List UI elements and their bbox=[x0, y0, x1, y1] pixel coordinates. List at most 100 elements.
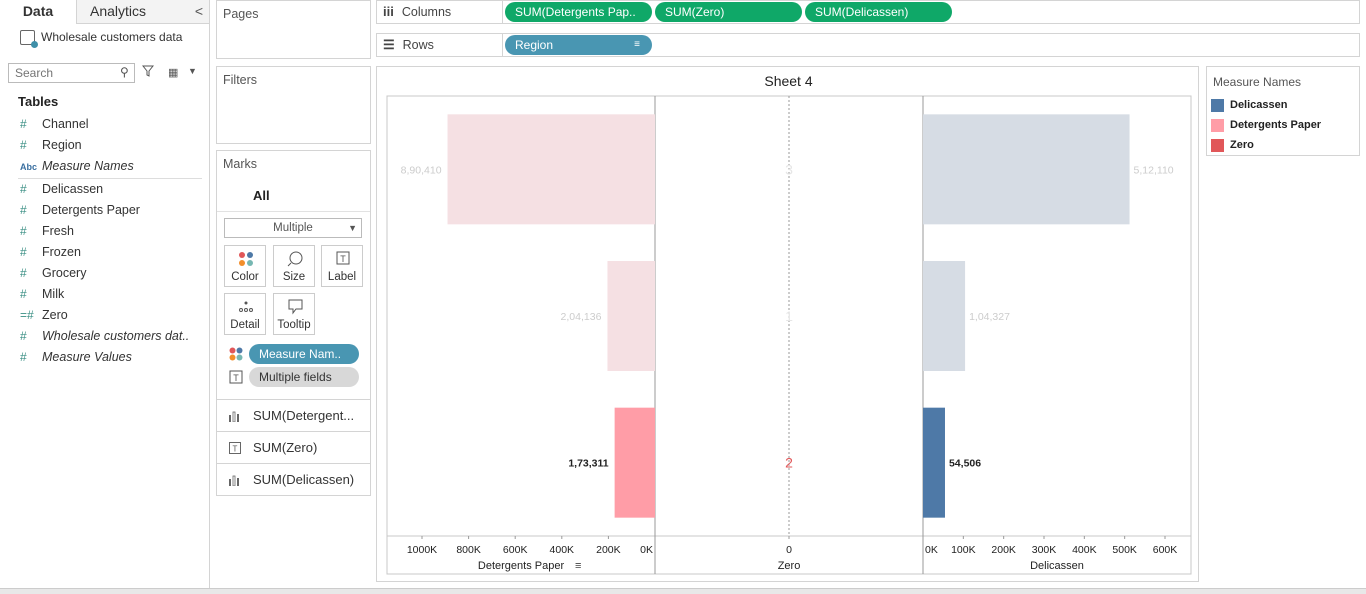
marks-card: Marks All Multiple ▼ Color Size T Label … bbox=[216, 150, 371, 496]
measure-hash-icon: # bbox=[20, 182, 27, 196]
pages-card[interactable]: Pages bbox=[216, 0, 371, 59]
legend-item-zero[interactable]: Zero bbox=[1211, 137, 1254, 153]
filters-card-title: Filters bbox=[223, 73, 258, 87]
bar-delicassen bbox=[923, 261, 966, 371]
field-item[interactable]: =# Zero bbox=[20, 305, 68, 325]
rows-pill-region[interactable]: Region ≡ bbox=[505, 35, 652, 55]
size-button[interactable]: Size bbox=[273, 245, 315, 287]
detail-icon bbox=[239, 301, 253, 312]
sort-descending-icon: ≡ bbox=[634, 39, 640, 50]
field-item[interactable]: # Fresh bbox=[20, 221, 74, 241]
field-item[interactable]: # Detergents Paper bbox=[20, 200, 140, 220]
mark-type-dropdown[interactable]: Multiple ▼ bbox=[224, 218, 362, 238]
size-icon bbox=[287, 251, 303, 267]
worksheet: Sheet 4 8,90,410 3 5,12,110 2,04,136 1 1,04,3… bbox=[376, 66, 1199, 582]
marks-all-tab[interactable]: All bbox=[253, 188, 270, 203]
bar-chart-icon bbox=[229, 475, 239, 486]
measure-names-pill[interactable]: Measure Nam.. bbox=[249, 344, 359, 364]
columns-shelf[interactable]: iii Columns SUM(Detergents Pap.. SUM(Zero… bbox=[376, 0, 1360, 24]
color-button[interactable]: Color bbox=[224, 245, 266, 287]
measure-hash-icon: # bbox=[20, 350, 27, 364]
field-label: Frozen bbox=[42, 245, 81, 259]
columns-pill-zero[interactable]: SUM(Zero) bbox=[655, 2, 802, 22]
marks-tab-delicassen[interactable]: SUM(Delicassen) bbox=[217, 463, 370, 495]
measure-hash-icon: # bbox=[20, 224, 27, 238]
columns-shelf-label: iii Columns bbox=[383, 1, 451, 23]
marks-divider bbox=[217, 211, 370, 212]
chart-area[interactable]: 8,90,410 3 5,12,110 2,04,136 1 1,04,327 1,73,3… bbox=[377, 67, 1200, 583]
bar-delicassen bbox=[923, 114, 1130, 225]
field-item[interactable]: Abc Measure Names bbox=[20, 156, 134, 176]
legend-swatch bbox=[1211, 118, 1224, 132]
rows-shelf-label: ☰ Rows bbox=[383, 34, 434, 56]
field-label: Grocery bbox=[42, 266, 87, 280]
search-icon: ⚲ bbox=[120, 65, 129, 79]
data-label-delicassen: 5,12,110 bbox=[1134, 164, 1174, 176]
legend-item-delicassen[interactable]: Delicassen bbox=[1211, 97, 1287, 113]
data-label-detergents-paper: 1,73,311 bbox=[568, 458, 608, 470]
marks-tab-detergents[interactable]: SUM(Detergent... bbox=[217, 399, 370, 431]
label-icon: T bbox=[336, 251, 350, 265]
filter-icon[interactable] bbox=[142, 65, 154, 77]
legend-title: Measure Names bbox=[1213, 75, 1302, 89]
data-label-delicassen: 54,506 bbox=[949, 458, 981, 470]
chevron-down-icon: ▼ bbox=[348, 223, 357, 233]
columns-pill-detergents[interactable]: SUM(Detergents Pap.. bbox=[505, 2, 652, 22]
tab-analytics[interactable]: Analytics < bbox=[77, 0, 209, 24]
data-label-zero: 1 bbox=[785, 308, 793, 324]
field-item[interactable]: # Frozen bbox=[20, 242, 81, 262]
detail-button[interactable]: Detail bbox=[224, 293, 266, 335]
columns-icon: iii bbox=[383, 4, 394, 19]
rows-shelf[interactable]: ☰ Rows Region ≡ bbox=[376, 33, 1360, 57]
color-dots-icon bbox=[239, 252, 253, 266]
x-tick-label: 200K bbox=[991, 544, 1016, 556]
rows-pill-label: Region bbox=[515, 38, 554, 52]
field-item[interactable]: # Wholesale customers dat.. bbox=[20, 326, 189, 346]
bar-detergents-paper bbox=[614, 407, 655, 518]
marks-tab-zero[interactable]: T SUM(Zero) bbox=[217, 431, 370, 463]
x-tick-label: 1000K bbox=[407, 544, 437, 556]
x-tick-label: 500K bbox=[1112, 544, 1137, 556]
view-dropdown-icon[interactable]: ▼ bbox=[188, 66, 197, 76]
filters-card[interactable]: Filters bbox=[216, 66, 371, 144]
field-item[interactable]: # Channel bbox=[20, 114, 89, 134]
field-item[interactable]: # Region bbox=[20, 135, 82, 155]
x-tick-label: 200K bbox=[596, 544, 621, 556]
measure-hash-icon: # bbox=[20, 287, 27, 301]
view-list-icon[interactable]: ▦ bbox=[168, 66, 178, 79]
tooltip-button-label: Tooltip bbox=[277, 319, 311, 331]
datasource-item[interactable]: Wholesale customers data bbox=[20, 30, 183, 49]
label-button-label: Label bbox=[327, 271, 357, 283]
detail-button-label: Detail bbox=[230, 319, 260, 331]
collapse-pane-icon[interactable]: < bbox=[195, 0, 203, 22]
multiple-fields-pill[interactable]: Multiple fields bbox=[249, 367, 359, 387]
shelf-divider bbox=[502, 34, 503, 56]
tab-data[interactable]: Data bbox=[0, 0, 77, 24]
x-tick-label: 0K bbox=[925, 544, 938, 556]
data-label-zero: 3 bbox=[785, 161, 793, 177]
pages-card-title: Pages bbox=[223, 7, 259, 21]
columns-pill-delicassen[interactable]: SUM(Delicassen) bbox=[805, 2, 952, 22]
label-button[interactable]: T Label bbox=[321, 245, 363, 287]
legend-swatch bbox=[1211, 98, 1224, 112]
data-label-detergents-paper: 2,04,136 bbox=[561, 311, 602, 323]
x-tick-label: 800K bbox=[456, 544, 481, 556]
field-item[interactable]: # Delicassen bbox=[20, 179, 103, 199]
legend-label: Delicassen bbox=[1230, 99, 1288, 111]
marks-tab-label: SUM(Zero) bbox=[253, 440, 318, 455]
field-item[interactable]: # Milk bbox=[20, 284, 64, 304]
field-item[interactable]: # Measure Values bbox=[20, 347, 132, 367]
tooltip-button[interactable]: Tooltip bbox=[273, 293, 315, 335]
search-input[interactable] bbox=[8, 63, 135, 83]
x-tick-label: 100K bbox=[951, 544, 976, 556]
x-axis-title-zero: Zero bbox=[778, 560, 801, 572]
legend-item-detergents-paper[interactable]: Detergents Paper bbox=[1211, 117, 1321, 133]
field-item[interactable]: # Grocery bbox=[20, 263, 86, 283]
tables-heading: Tables bbox=[18, 94, 59, 109]
marks-card-title: Marks bbox=[223, 157, 258, 171]
abc-icon: Abc bbox=[20, 162, 38, 172]
mark-type-value: Multiple bbox=[273, 222, 313, 234]
datasource-name: Wholesale customers data bbox=[41, 30, 183, 44]
measure-hash-icon: # bbox=[20, 117, 27, 131]
marks-tab-label: SUM(Detergent... bbox=[253, 408, 355, 423]
